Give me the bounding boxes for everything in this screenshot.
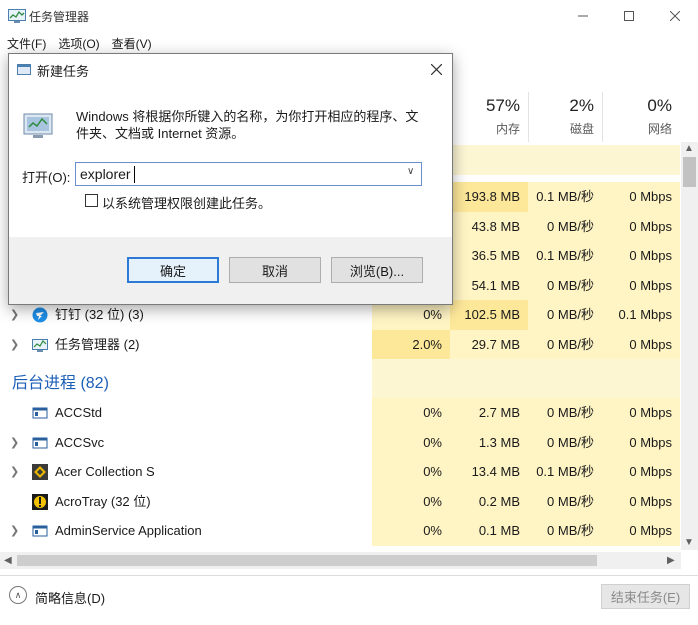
process-name: ACCSvc <box>55 434 105 450</box>
process-name: AcroTray (32 位) <box>55 493 151 509</box>
task-manager-icon <box>8 9 26 23</box>
process-name: AdminService Application <box>55 523 202 538</box>
maximize-icon <box>624 11 634 21</box>
app-window-icon <box>32 437 48 448</box>
text-caret <box>134 166 135 183</box>
maximize-button[interactable] <box>606 0 652 32</box>
table-row[interactable]: ❯ 任务管理器 (2) 2.0% 29.7 MB 0 MB/秒 0 Mbps <box>0 329 680 359</box>
minimize-button[interactable] <box>560 0 606 32</box>
memory-percent: 57% <box>485 96 520 115</box>
acer-collection-icon <box>32 464 48 480</box>
minimize-icon <box>578 15 588 17</box>
process-name: 任务管理器 (2) <box>55 336 140 352</box>
chevron-right-icon[interactable]: ❯ <box>10 436 19 449</box>
cancel-button[interactable]: 取消 <box>229 257 321 283</box>
process-name: ACCStd <box>55 405 102 420</box>
disk-label: 磁盘 <box>569 122 594 136</box>
network-percent: 0% <box>647 96 672 115</box>
disk-percent: 2% <box>569 96 594 115</box>
end-task-button[interactable]: 结束任务(E) <box>601 584 690 609</box>
close-icon <box>430 63 442 75</box>
background-processes-header: 后台进程 (82) <box>12 375 109 392</box>
horizontal-scroll-thumb[interactable] <box>17 555 597 566</box>
dialog-title: 新建任务 <box>37 64 90 79</box>
admin-privileges-checkbox[interactable] <box>85 194 98 207</box>
column-header-network[interactable]: 0% 网络 <box>602 92 680 142</box>
run-dialog-icon <box>17 64 31 75</box>
section-header-row[interactable]: 后台进程 (82) <box>0 359 680 398</box>
chevron-up-icon[interactable]: ∧ <box>9 586 27 604</box>
menu-options[interactable]: 选项(O) <box>58 33 99 53</box>
chevron-down-icon[interactable]: ∨ <box>407 166 414 177</box>
menu-file[interactable]: 文件(F) <box>7 33 46 53</box>
admin-privileges-label[interactable]: 以系统管理权限创建此任务。 <box>102 193 271 212</box>
chevron-right-icon[interactable]: ❯ <box>10 308 19 321</box>
run-program-icon <box>23 113 53 138</box>
vertical-scrollbar[interactable] <box>681 142 698 550</box>
column-header-memory[interactable]: 57% 内存 <box>450 92 528 142</box>
scroll-down-icon[interactable]: ▼ <box>684 537 694 548</box>
scroll-up-icon[interactable]: ▲ <box>684 143 694 154</box>
memory-label: 内存 <box>495 122 520 136</box>
chevron-right-icon[interactable]: ❯ <box>10 465 19 478</box>
menu-bar: 文件(F) 选项(O) 查看(V) <box>0 33 152 53</box>
scroll-right-icon[interactable]: ▶ <box>667 555 675 566</box>
run-new-task-dialog: 新建任务 Windows 将根据你所键入的名称，为你打开相应的程序、文件夹、文档… <box>8 53 453 305</box>
chevron-right-icon[interactable]: ❯ <box>10 338 19 351</box>
scroll-left-icon[interactable]: ◀ <box>4 555 12 566</box>
dingtalk-icon <box>32 307 48 323</box>
close-icon <box>670 11 680 21</box>
network-label: 网络 <box>647 122 672 136</box>
chevron-right-icon[interactable]: ❯ <box>10 524 19 537</box>
process-name: Acer Collection S <box>55 464 155 479</box>
ok-button[interactable]: 确定 <box>127 257 219 283</box>
open-label: 打开(O): <box>22 170 71 185</box>
open-input-value[interactable]: explorer <box>80 166 131 182</box>
table-row[interactable]: ACCStd 0% 2.7 MB 0 MB/秒 0 Mbps <box>0 398 680 428</box>
app-window-icon <box>32 525 48 537</box>
acrotray-icon <box>32 493 48 510</box>
fewer-details-link[interactable]: 简略信息(D) <box>35 588 105 607</box>
vertical-scroll-thumb[interactable] <box>683 157 696 187</box>
app-window-icon <box>32 407 48 419</box>
menu-view[interactable]: 查看(V) <box>112 33 152 53</box>
dialog-close-button[interactable] <box>425 58 447 80</box>
close-button[interactable] <box>652 0 698 32</box>
table-row[interactable]: AcroTray (32 位) 0% 0.2 MB 0 MB/秒 0 Mbps <box>0 486 680 516</box>
task-manager-icon <box>32 338 48 352</box>
browse-button[interactable]: 浏览(B)... <box>331 257 423 283</box>
dialog-description: Windows 将根据你所键入的名称，为你打开相应的程序、文件夹、文档或 Int… <box>76 109 419 141</box>
table-row[interactable]: ❯ AdminService Application 0% 0.1 MB 0 M… <box>0 516 680 546</box>
window-title: 任务管理器 <box>29 10 90 24</box>
column-header-disk[interactable]: 2% 磁盘 <box>528 92 602 142</box>
table-row[interactable]: ❯ ACCSvc 0% 1.3 MB 0 MB/秒 0 Mbps <box>0 427 680 457</box>
table-row[interactable]: ❯ Acer Collection S 0% 13.4 MB 0.1 MB/秒 … <box>0 457 680 487</box>
